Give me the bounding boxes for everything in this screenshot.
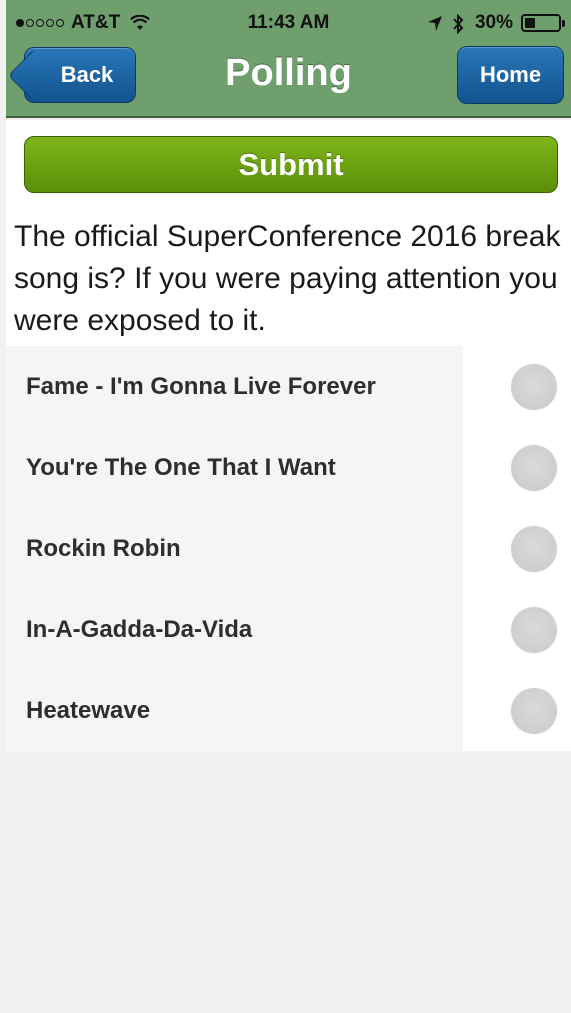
radio-button[interactable]: [511, 364, 557, 410]
poll-option[interactable]: Rockin Robin: [6, 508, 571, 589]
battery-icon: [521, 14, 565, 32]
radio-area: [463, 589, 571, 670]
radio-button[interactable]: [511, 526, 557, 572]
status-bar: AT&T 11:43 AM 30%: [6, 6, 571, 38]
poll-option[interactable]: Heatewave: [6, 670, 571, 751]
radio-button[interactable]: [511, 688, 557, 734]
polling-screen: AT&T 11:43 AM 30% Back Polling Home Subm…: [0, 0, 571, 1013]
poll-option[interactable]: In-A-Gadda-Da-Vida: [6, 589, 571, 670]
poll-option-label: In-A-Gadda-Da-Vida: [26, 615, 253, 643]
poll-content: Submit The official SuperConference 2016…: [6, 120, 571, 1013]
poll-option[interactable]: Fame - I'm Gonna Live Forever: [6, 346, 571, 427]
submit-button[interactable]: Submit: [24, 136, 558, 193]
poll-options-list: Fame - I'm Gonna Live Forever You're The…: [6, 346, 571, 751]
radio-area: [463, 670, 571, 751]
bluetooth-icon: [451, 13, 467, 35]
location-arrow-icon: [427, 14, 443, 32]
status-right: 30%: [427, 12, 565, 35]
poll-option[interactable]: You're The One That I Want: [6, 427, 571, 508]
poll-option-label: Fame - I'm Gonna Live Forever: [26, 372, 376, 400]
poll-option-label: Rockin Robin: [26, 534, 181, 562]
radio-area: [463, 346, 571, 427]
radio-area: [463, 427, 571, 508]
battery-percent: 30%: [474, 12, 513, 33]
home-button[interactable]: Home: [457, 46, 564, 104]
empty-area: [6, 751, 571, 1013]
back-button-label: Back: [60, 62, 114, 87]
home-button-label: Home: [479, 62, 542, 87]
radio-button[interactable]: [511, 445, 557, 491]
radio-area: [463, 508, 571, 589]
poll-option-label: Heatewave: [26, 696, 151, 724]
poll-option-label: You're The One That I Want: [26, 453, 336, 481]
header: AT&T 11:43 AM 30% Back Polling Home: [6, 0, 571, 118]
submit-button-label: Submit: [238, 146, 344, 182]
poll-question: The official SuperConference 2016 break …: [14, 220, 561, 337]
radio-button[interactable]: [511, 607, 557, 653]
